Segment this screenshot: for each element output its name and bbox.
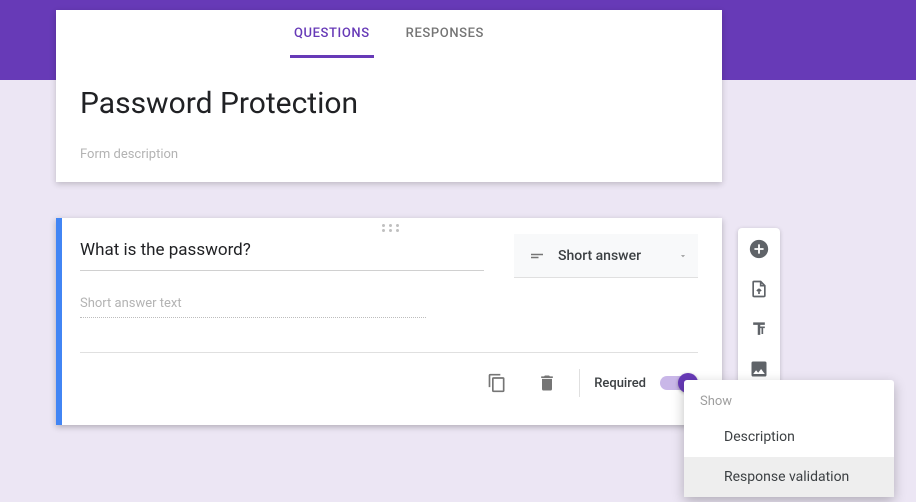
side-toolbar xyxy=(738,228,780,390)
question-card: What is the password? Short answer Short… xyxy=(56,218,722,425)
plus-circle-icon xyxy=(748,238,770,260)
form-description[interactable]: Form description xyxy=(80,147,698,162)
question-type-label: Short answer xyxy=(558,248,678,264)
short-answer-placeholder: Short answer text xyxy=(80,296,426,318)
drag-handle[interactable] xyxy=(62,218,722,234)
question-title-input[interactable]: What is the password? xyxy=(80,234,484,271)
delete-button[interactable] xyxy=(529,365,565,401)
form-header-card: QUESTIONS RESPONSES Password Protection … xyxy=(56,10,722,182)
menu-item-response-validation[interactable]: Response validation xyxy=(684,457,894,497)
drag-icon xyxy=(382,224,402,232)
add-title-button[interactable] xyxy=(744,314,774,344)
question-footer: Required xyxy=(80,352,698,413)
menu-header: Show xyxy=(684,386,894,417)
question-type-select[interactable]: Short answer xyxy=(514,234,698,278)
form-title[interactable]: Password Protection xyxy=(80,86,698,121)
import-questions-button[interactable] xyxy=(744,274,774,304)
copy-icon xyxy=(487,373,507,393)
image-icon xyxy=(749,359,769,379)
question-options-menu: Show Description Response validation xyxy=(684,380,894,497)
tabs-bar: QUESTIONS RESPONSES xyxy=(56,10,722,58)
duplicate-button[interactable] xyxy=(479,365,515,401)
trash-icon xyxy=(537,373,557,393)
text-icon xyxy=(749,319,769,339)
tab-questions[interactable]: QUESTIONS xyxy=(294,10,370,58)
divider xyxy=(579,369,580,397)
menu-item-description[interactable]: Description xyxy=(684,417,894,457)
chevron-down-icon xyxy=(678,251,688,261)
short-answer-icon xyxy=(528,247,546,265)
import-icon xyxy=(749,279,769,299)
add-question-button[interactable] xyxy=(744,234,774,264)
tab-responses[interactable]: RESPONSES xyxy=(406,10,484,58)
required-label: Required xyxy=(594,376,646,391)
